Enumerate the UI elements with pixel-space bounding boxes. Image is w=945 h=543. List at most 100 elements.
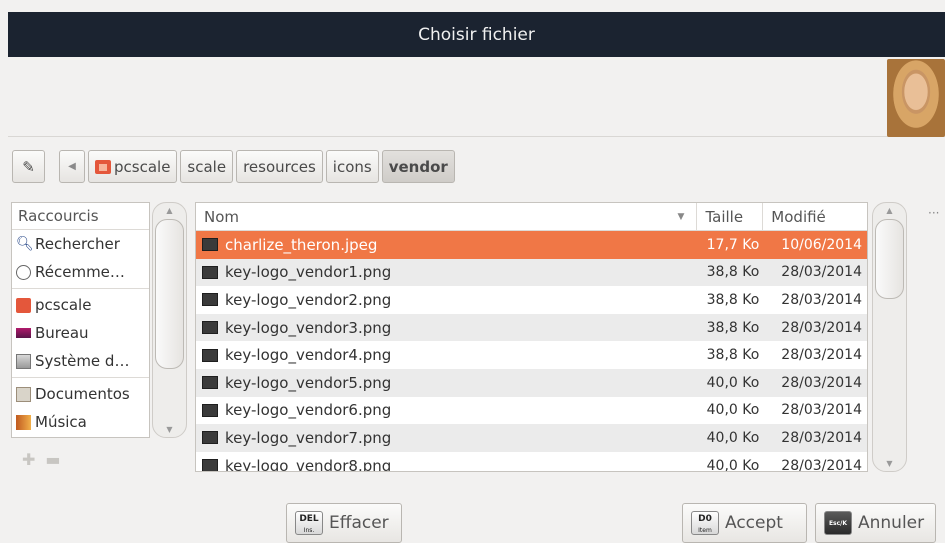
file-size: 40,0 Ko <box>706 402 760 419</box>
file-size: 38,8 Ko <box>706 291 760 308</box>
crumb-label: vendor <box>388 157 448 176</box>
column-name[interactable]: Nom ▼ <box>196 203 698 230</box>
file-size: 38,8 Ko <box>706 264 760 281</box>
file-row[interactable]: key-logo_vendor4.png 38,8 Ko 28/03/2014 <box>196 341 867 369</box>
file-name: key-logo_vendor3.png <box>225 318 392 337</box>
crumb-scale[interactable]: scale <box>180 150 234 183</box>
file-modified: 10/06/2014 <box>781 236 862 253</box>
place-home[interactable]: pcscale <box>12 291 149 319</box>
file-name-cell: key-logo_vendor4.png <box>196 346 697 364</box>
chevron-left-icon: ◀ <box>68 161 76 172</box>
place-search[interactable]: 🔍︎ Rechercher <box>12 230 149 258</box>
music-folder-icon <box>16 414 31 430</box>
cancel-button[interactable]: Esc/K Annuler <box>815 503 936 543</box>
place-documents[interactable]: Documentos <box>12 380 149 408</box>
file-name-cell: key-logo_vendor6.png <box>196 401 697 419</box>
places-sidebar: Raccourcis 🔍︎ Rechercher Récemme… pcscal… <box>11 202 150 438</box>
image-file-icon <box>202 376 218 390</box>
scroll-down-icon[interactable]: ▼ <box>153 425 186 434</box>
scroll-up-icon[interactable]: ▲ <box>153 206 186 215</box>
file-row[interactable]: key-logo_vendor6.png 40,0 Ko 28/03/2014 <box>196 397 867 425</box>
file-modified: 28/03/2014 <box>781 374 862 391</box>
file-size: 40,0 Ko <box>706 457 760 472</box>
path-back-button[interactable]: ◀ <box>59 150 85 183</box>
file-modified: 28/03/2014 <box>781 264 862 281</box>
button-label: Effacer <box>329 513 389 533</box>
place-label: Récemme… <box>35 263 125 281</box>
column-size[interactable]: Taille <box>697 203 764 230</box>
keycap-icon: D0 Item <box>691 511 719 535</box>
dialog-title: Choisir fichier <box>8 12 945 57</box>
crumb-icons[interactable]: icons <box>325 150 379 183</box>
place-filesystem[interactable]: Système d… <box>12 347 149 375</box>
image-file-icon <box>202 321 218 335</box>
file-name: key-logo_vendor4.png <box>225 346 392 365</box>
add-icon[interactable]: ✚ <box>22 450 45 469</box>
scroll-thumb[interactable] <box>875 219 904 299</box>
crumb-pcscale[interactable]: pcscale <box>88 150 178 183</box>
search-icon: 🔍︎ <box>16 235 34 252</box>
separator <box>12 377 149 378</box>
image-file-icon <box>202 293 218 307</box>
column-modified[interactable]: Modifié <box>763 203 867 230</box>
column-label: Taille <box>705 208 744 226</box>
file-row[interactable]: key-logo_vendor7.png 40,0 Ko 28/03/2014 <box>196 424 867 452</box>
remove-icon[interactable]: ▬ <box>45 450 70 469</box>
place-desktop[interactable]: Bureau <box>12 319 149 347</box>
file-modified: 28/03/2014 <box>781 457 862 472</box>
sort-down-icon: ▼ <box>677 212 685 222</box>
file-size: 38,8 Ko <box>706 319 760 336</box>
accept-button[interactable]: D0 Item Accept <box>682 503 807 543</box>
clear-button[interactable]: DEL Ins. Effacer <box>286 503 402 543</box>
file-rows: charlize_theron.jpeg 17,7 Ko 10/06/2014 key… <box>196 231 867 472</box>
scroll-thumb[interactable] <box>155 219 184 369</box>
more-options-icon[interactable]: ··· <box>928 206 939 220</box>
crumb-vendor[interactable]: vendor <box>381 150 455 183</box>
scroll-up-icon[interactable]: ▲ <box>873 206 906 215</box>
button-label: Accept <box>725 513 783 533</box>
file-row[interactable]: key-logo_vendor5.png 40,0 Ko 28/03/2014 <box>196 368 867 397</box>
file-list: Nom ▼ Taille Modifié charlize_theron.jpe… <box>195 202 868 472</box>
image-preview <box>887 59 945 137</box>
file-modified: 28/03/2014 <box>781 402 862 419</box>
image-file-icon <box>202 431 218 445</box>
file-row[interactable]: key-logo_vendor3.png 38,8 Ko 28/03/2014 <box>196 313 867 342</box>
image-file-icon <box>202 403 218 417</box>
file-row[interactable]: key-logo_vendor8.png 40,0 Ko 28/03/2014 <box>196 452 867 472</box>
file-row[interactable]: key-logo_vendor2.png 38,8 Ko 28/03/2014 <box>196 286 867 314</box>
documents-folder-icon <box>16 386 31 402</box>
file-name-cell: charlize_theron.jpeg <box>196 236 697 254</box>
places-header[interactable]: Raccourcis <box>12 203 149 230</box>
file-row[interactable]: key-logo_vendor1.png 38,8 Ko 28/03/2014 <box>196 258 867 287</box>
crumb-label: pcscale <box>114 157 171 176</box>
file-size: 40,0 Ko <box>706 374 760 391</box>
places-scrollbar[interactable]: ▲ ▼ <box>152 202 187 438</box>
file-name: key-logo_vendor6.png <box>225 401 392 420</box>
file-name: key-logo_vendor5.png <box>225 373 392 392</box>
column-label: Modifié <box>771 208 826 226</box>
place-music[interactable]: Música <box>12 408 149 436</box>
place-label: Documentos <box>35 385 130 403</box>
path-bar: ✎ ◀ pcscale scale resources icons vendor <box>12 149 458 184</box>
crumb-label: scale <box>187 157 227 176</box>
file-modified: 28/03/2014 <box>781 291 862 308</box>
scroll-down-icon[interactable]: ▼ <box>873 459 906 468</box>
drive-icon <box>16 353 31 369</box>
file-name-cell: key-logo_vendor7.png <box>196 429 697 447</box>
place-recent[interactable]: Récemme… <box>12 258 149 286</box>
image-file-icon <box>202 265 218 279</box>
place-label: Rechercher <box>35 235 120 253</box>
home-folder-icon <box>95 159 111 174</box>
file-name: key-logo_vendor8.png <box>225 456 392 472</box>
place-label: Bureau <box>35 324 89 342</box>
preview-area <box>8 57 945 137</box>
edit-location-button[interactable]: ✎ <box>12 150 45 183</box>
files-scrollbar[interactable]: ▲ ▼ <box>872 202 907 472</box>
pencil-icon: ✎ <box>22 157 35 176</box>
crumb-resources[interactable]: resources <box>236 150 323 183</box>
file-name: key-logo_vendor2.png <box>225 290 392 309</box>
place-label: Música <box>35 413 87 431</box>
file-size: 40,0 Ko <box>706 429 760 446</box>
file-row[interactable]: charlize_theron.jpeg 17,7 Ko 10/06/2014 <box>196 231 867 259</box>
image-file-icon <box>202 238 218 252</box>
